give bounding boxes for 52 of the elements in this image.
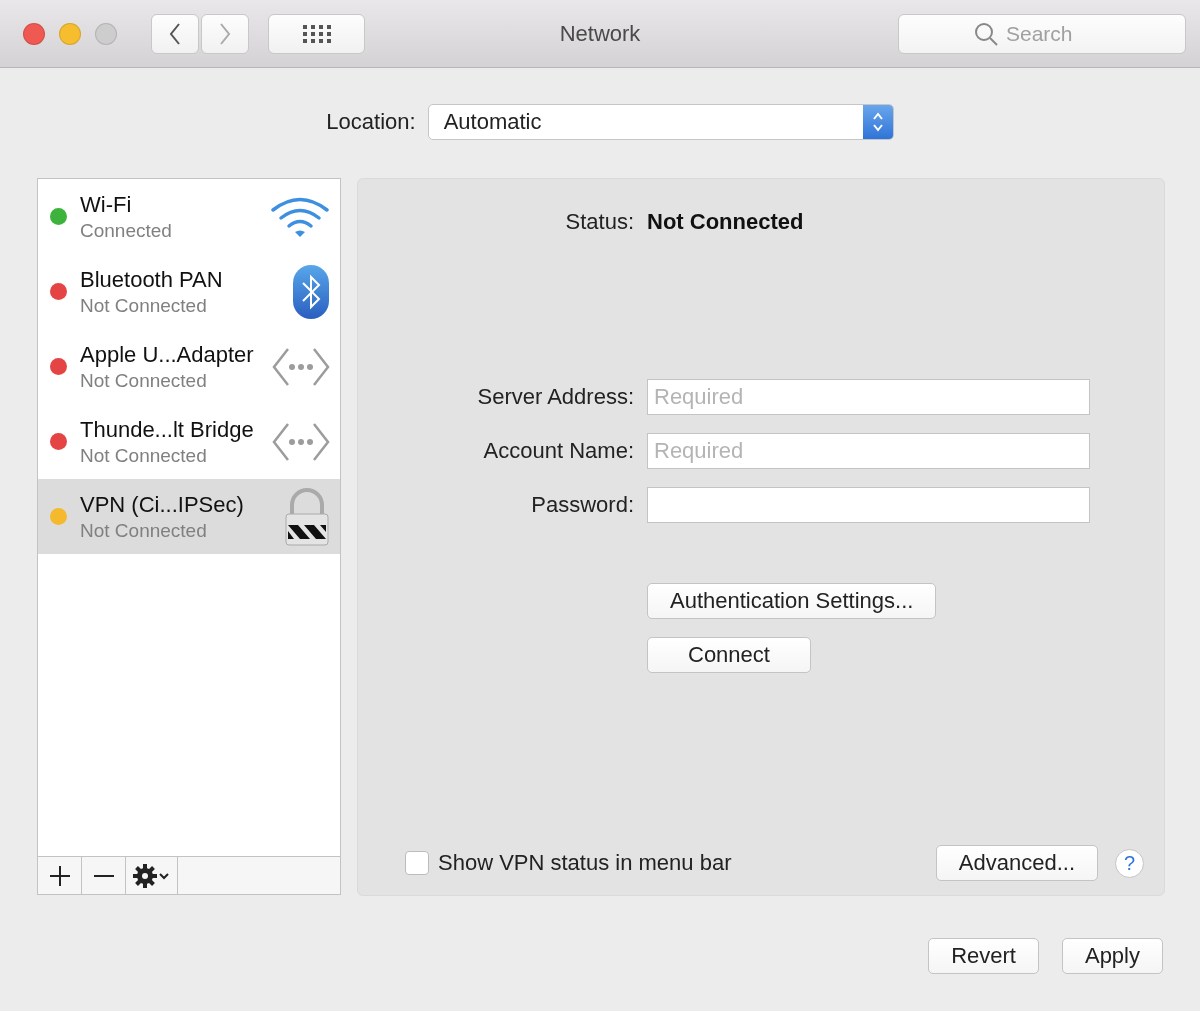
service-status: Connected (80, 219, 173, 242)
location-popup[interactable]: Automatic (427, 104, 894, 140)
connect-button[interactable]: Connect (647, 637, 811, 673)
input-field[interactable] (647, 487, 1090, 523)
input-field[interactable]: Required (647, 379, 1090, 415)
apply-button[interactable]: Apply (1061, 938, 1163, 974)
service-item[interactable]: Thunde...lt Bridge Not Connected (38, 404, 340, 479)
service-name: Apple U...Adapter (80, 341, 255, 368)
minimize-button[interactable] (59, 22, 81, 45)
service-item[interactable]: Bluetooth PAN Not Connected (38, 254, 340, 329)
service-status: Not Connected (80, 369, 208, 392)
advanced-button[interactable]: Advanced... (935, 845, 1098, 881)
help-button[interactable]: ? (1115, 848, 1144, 878)
service-name: Bluetooth PAN (80, 266, 224, 293)
field-label: Server Address: (476, 384, 634, 410)
ethernet-icon (272, 421, 330, 462)
service-item[interactable]: Wi-Fi Connected (38, 179, 340, 254)
field-label: Password: (530, 492, 634, 518)
back-button[interactable] (151, 13, 199, 54)
service-item[interactable]: VPN (Ci...IPSec) Not Connected (38, 479, 340, 554)
gear-icon (132, 863, 171, 888)
checkbox-label: Show VPN status in menu bar (438, 850, 732, 876)
close-button[interactable] (23, 22, 45, 45)
status-label: Status: (564, 209, 634, 235)
service-status: Not Connected (80, 294, 208, 317)
minus-icon (93, 873, 114, 878)
chevron-left-icon (169, 22, 181, 45)
show-all-button[interactable] (268, 13, 365, 54)
grid-icon (302, 24, 331, 43)
service-name: Wi-Fi (80, 191, 133, 218)
forward-button[interactable] (201, 13, 249, 54)
plus-icon (49, 865, 70, 886)
status-value: Not Connected (647, 209, 804, 235)
service-name: Thunde...lt Bridge (80, 416, 255, 443)
updown-icon (871, 111, 884, 133)
location-label: Location: (326, 109, 416, 135)
padlock-icon (284, 486, 330, 547)
window-title: Network (559, 20, 641, 47)
service-name: VPN (Ci...IPSec) (80, 491, 245, 518)
ethernet-icon (272, 346, 330, 387)
field-label: Account Name: (482, 438, 634, 464)
bluetooth-icon (292, 263, 330, 320)
input-field[interactable]: Required (647, 433, 1090, 469)
service-item[interactable]: Apple U...Adapter Not Connected (38, 329, 340, 404)
service-status: Not Connected (80, 519, 208, 542)
search-field[interactable]: Search (898, 13, 1186, 54)
checkbox[interactable] (405, 851, 429, 875)
search-icon (974, 21, 998, 46)
revert-button[interactable]: Revert (928, 938, 1039, 974)
service-status: Not Connected (80, 444, 208, 467)
authentication-settings-button[interactable]: Authentication Settings... (647, 583, 937, 619)
chevron-right-icon (219, 22, 231, 45)
